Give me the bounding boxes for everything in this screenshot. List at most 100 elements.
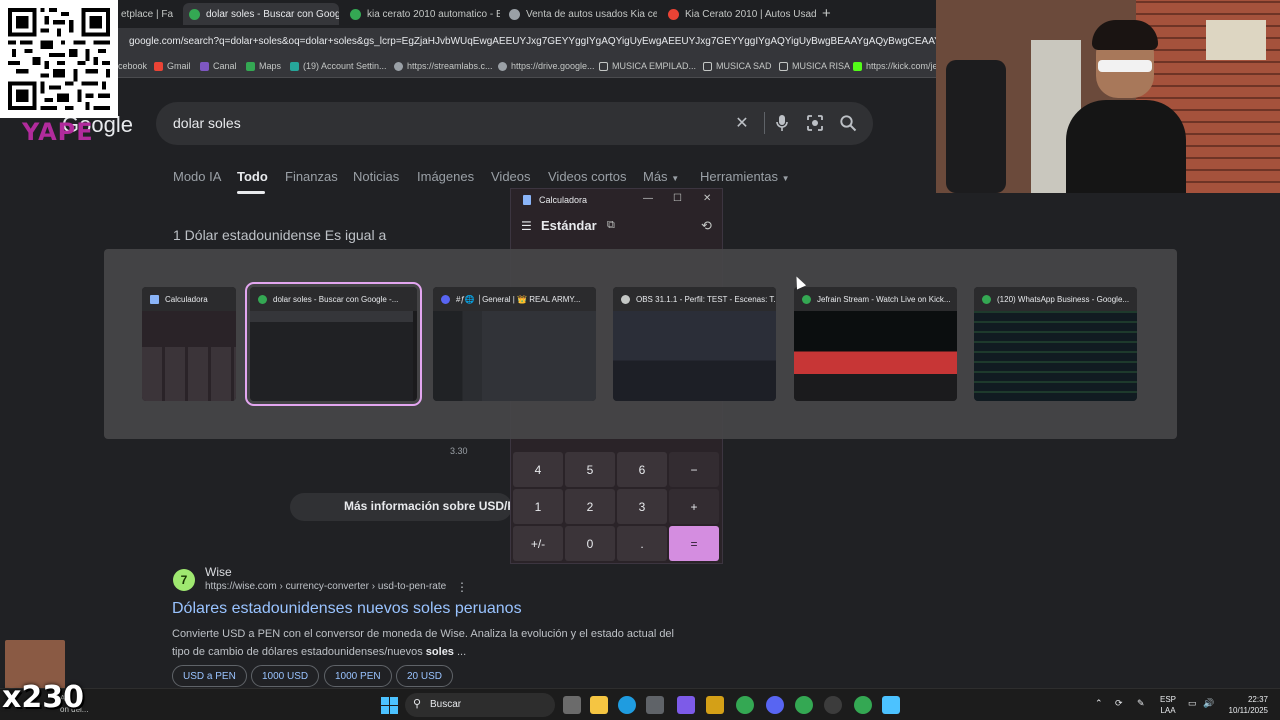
- edge-icon[interactable]: [618, 696, 636, 714]
- key-2[interactable]: 2: [565, 489, 615, 524]
- switcher-window-whatsapp[interactable]: (120) WhatsApp Business - Google...: [974, 287, 1137, 401]
- close-tab-icon[interactable]: ✕: [173, 8, 177, 21]
- chrome-alt-icon[interactable]: [854, 696, 872, 714]
- chrome-icon[interactable]: [736, 696, 754, 714]
- obs-icon[interactable]: [824, 696, 842, 714]
- key-plus[interactable]: +: [669, 489, 719, 524]
- bookmark-maps[interactable]: Maps: [246, 61, 281, 71]
- switcher-window-dolar-soles[interactable]: dolar soles - Buscar con Google -...: [245, 282, 422, 406]
- key-4[interactable]: 4: [513, 452, 563, 487]
- clear-icon[interactable]: ✕: [732, 114, 752, 134]
- tab-kia-cerato-usados[interactable]: Kia Cerato 2010 | Autos Usado ✕: [662, 3, 817, 25]
- key-5[interactable]: 5: [565, 452, 615, 487]
- bookmark-folder-musica-sad[interactable]: MUSICA SAD: [703, 61, 772, 71]
- tab-title: dolar soles - Buscar con Google: [206, 8, 339, 20]
- language-indicator[interactable]: ESP LAA: [1160, 694, 1176, 716]
- calculator-taskbar-icon[interactable]: [882, 696, 900, 714]
- chip-1000-usd[interactable]: 1000 USD: [251, 665, 320, 687]
- bookmark-facebook[interactable]: cebook: [118, 61, 147, 71]
- wise-logo-icon: 7: [173, 569, 195, 591]
- new-tab-icon[interactable]: +: [822, 5, 831, 22]
- url-text[interactable]: google.com/search?q=dolar+soles&oq=dolar…: [129, 36, 939, 47]
- clock[interactable]: 22:37 10/11/2025: [1224, 694, 1268, 716]
- history-icon[interactable]: ⟲: [701, 218, 712, 234]
- caret-down-icon: ▼: [781, 174, 790, 183]
- office-icon[interactable]: [706, 696, 724, 714]
- key-6[interactable]: 6: [617, 452, 667, 487]
- obs-icon: [621, 294, 630, 304]
- key-negate[interactable]: +/-: [513, 526, 563, 561]
- lens-icon[interactable]: [805, 114, 825, 134]
- chrome-profile-icon[interactable]: [795, 696, 813, 714]
- search-icon[interactable]: [838, 114, 858, 134]
- bookmark-canal[interactable]: Canal: [200, 61, 237, 71]
- result-snippet: Convierte USD a PEN con el conversor de …: [172, 628, 674, 658]
- search-box[interactable]: ✕: [156, 102, 873, 145]
- bookmark-streamlabs[interactable]: https://streamlabs.c...: [394, 61, 493, 71]
- bookmark-account-settings[interactable]: (19) Account Settin...: [290, 61, 387, 71]
- key-minus[interactable]: −: [669, 452, 719, 487]
- tab-mas[interactable]: Más ▼: [643, 169, 679, 184]
- key-0[interactable]: 0: [565, 526, 615, 561]
- tray-overflow-icon[interactable]: ⌃: [1095, 698, 1103, 709]
- tab-imagenes[interactable]: Imágenes: [417, 169, 474, 184]
- tab-kia-cerato-auto[interactable]: kia cerato 2010 automatico - B ✕: [344, 3, 500, 25]
- hamburger-menu-icon[interactable]: ☰: [521, 219, 532, 233]
- key-3[interactable]: 3: [617, 489, 667, 524]
- switcher-window-discord[interactable]: #ƒ🌐 │General | 👑 REAL ARMY...: [433, 287, 596, 401]
- more-options-icon[interactable]: ⋮: [456, 580, 468, 594]
- copilot-icon[interactable]: [677, 696, 695, 714]
- tab-noticias[interactable]: Noticias: [353, 169, 399, 184]
- minimize-icon[interactable]: —: [643, 193, 653, 204]
- tab-todo[interactable]: Todo: [237, 169, 268, 184]
- volume-icon[interactable]: 🔊: [1203, 698, 1214, 709]
- bookmark-drive[interactable]: https://drive.google...: [498, 61, 595, 71]
- switcher-window-calculadora[interactable]: Calculadora: [142, 287, 236, 401]
- tab-modo-ia[interactable]: Modo IA: [173, 169, 221, 184]
- switcher-window-kick[interactable]: Jefrain Stream - Watch Live on Kick...: [794, 287, 957, 401]
- result-title-link[interactable]: Dólares estadounidenses nuevos soles per…: [172, 600, 522, 618]
- tab-videos-cortos[interactable]: Videos cortos: [548, 169, 627, 184]
- file-explorer-icon[interactable]: [590, 696, 608, 714]
- taskbar-search[interactable]: ⚲ Buscar: [405, 693, 555, 717]
- calculator-titlebar[interactable]: Calculadora: [511, 189, 722, 211]
- taskbar-search-label: Buscar: [430, 699, 462, 710]
- discord-icon: [441, 294, 450, 304]
- discord-icon[interactable]: [766, 696, 784, 714]
- keep-on-top-icon[interactable]: ⧉: [607, 219, 615, 232]
- key-decimal[interactable]: .: [617, 526, 667, 561]
- more-info-label[interactable]: Más información sobre USD/PE: [344, 499, 523, 513]
- microphone-icon[interactable]: [772, 114, 792, 134]
- chrome-icon: [802, 294, 811, 304]
- bookmark-gmail[interactable]: Gmail: [154, 61, 191, 71]
- search-input[interactable]: [173, 115, 713, 131]
- snipping-tool-icon[interactable]: [646, 696, 664, 714]
- bookmark-folder-musica-risa[interactable]: MUSICA RISA: [779, 61, 850, 71]
- bookmark-folder-musica-empilad[interactable]: MUSICA EMPILAD...: [599, 61, 696, 71]
- maximize-icon[interactable]: ☐: [673, 193, 682, 204]
- chip-usd-a-pen[interactable]: USD a PEN: [172, 665, 247, 687]
- sync-icon[interactable]: ⟳: [1115, 698, 1123, 709]
- tab-dolar-soles[interactable]: dolar soles - Buscar con Google ✕: [183, 3, 339, 25]
- search-divider: [764, 112, 765, 134]
- key-equals[interactable]: =: [669, 526, 719, 561]
- result-site-name[interactable]: Wise: [205, 565, 232, 579]
- monitor-icon[interactable]: ▭: [1188, 698, 1197, 709]
- result-site-url[interactable]: https://wise.com › currency-converter › …: [205, 581, 446, 592]
- chrome-icon: [982, 294, 991, 304]
- pen-icon[interactable]: ✎: [1137, 698, 1145, 709]
- tab-marketplace[interactable]: etplace | Fa ✕: [115, 3, 177, 25]
- tab-finanzas[interactable]: Finanzas: [285, 169, 338, 184]
- chip-1000-pen[interactable]: 1000 PEN: [324, 665, 392, 687]
- calculator-app-icon: [523, 195, 531, 205]
- tab-herramientas[interactable]: Herramientas ▼: [700, 169, 790, 184]
- bookmark-kick[interactable]: https://kick.com/jef: [853, 61, 940, 71]
- tab-venta-autos[interactable]: Venta de autos usados Kia cera ✕: [503, 3, 657, 25]
- windows-start-icon[interactable]: [381, 697, 398, 714]
- key-1[interactable]: 1: [513, 489, 563, 524]
- close-icon[interactable]: ✕: [703, 193, 711, 204]
- switcher-window-obs[interactable]: OBS 31.1.1 - Perfil: TEST - Escenas: T..…: [613, 287, 776, 401]
- chip-20-usd[interactable]: 20 USD: [396, 665, 454, 687]
- tab-videos[interactable]: Videos: [491, 169, 531, 184]
- task-view-icon[interactable]: [563, 696, 581, 714]
